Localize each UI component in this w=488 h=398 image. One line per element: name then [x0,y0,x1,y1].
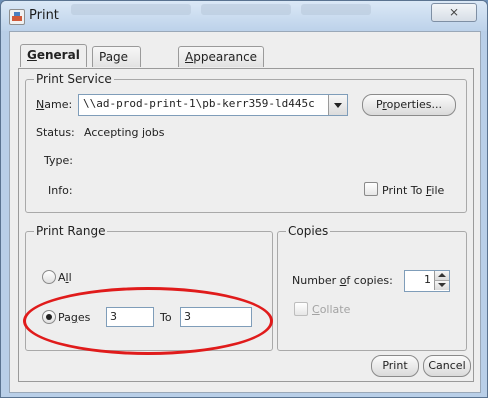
pages-label[interactable]: Pages [58,311,90,324]
print-range-legend: Print Range [34,224,108,238]
spinner-up-icon[interactable] [434,271,449,281]
background-window-blur [301,4,371,15]
page-from-input[interactable]: 3 [106,307,154,327]
chevron-down-icon[interactable] [328,95,347,115]
print-button[interactable]: Print [371,355,419,377]
printer-name-value: \\ad-prod-print-1\pb-kerr359-ld445c [83,97,315,110]
all-pages-label[interactable]: All [58,271,72,284]
status-value: Accepting jobs [84,126,165,139]
info-label: Info: [48,184,73,197]
background-window-blur [71,4,191,15]
window-title: Print [29,8,59,23]
background-window-blur [201,4,291,15]
printer-app-icon [9,9,25,25]
copies-spinner[interactable]: 1 [404,270,450,292]
print-to-file-checkbox[interactable] [364,182,378,196]
print-dialog: Print ⨯ General Page Setup Appearance Pr… [0,0,488,398]
name-label: Name: [36,98,73,111]
copies-group: Copies Number of copies: 1 Collate [277,224,467,351]
dialog-client-area: General Page Setup Appearance Print Serv… [9,31,481,393]
page-to-input[interactable]: 3 [180,307,252,327]
title-bar[interactable]: Print ⨯ [1,1,487,31]
cancel-button[interactable]: Cancel [423,355,471,377]
print-to-file-label[interactable]: Print To File [382,184,444,197]
pages-radio[interactable] [42,310,56,324]
properties-button[interactable]: Properties... [362,94,456,116]
number-of-copies-label: Number of copies: [292,274,393,287]
collate-label[interactable]: Collate [312,303,350,316]
status-label: Status: [36,126,75,139]
collate-checkbox[interactable] [294,302,308,316]
spinner-down-icon[interactable] [434,281,449,290]
tab-general[interactable]: General [20,44,87,67]
print-service-group: Print Service Name: \\ad-prod-print-1\pb… [25,72,467,213]
printer-name-combobox[interactable]: \\ad-prod-print-1\pb-kerr359-ld445c [78,94,348,116]
print-range-group: Print Range All Pages 3 To 3 [25,224,273,351]
close-icon: ⨯ [448,5,460,19]
all-pages-radio[interactable] [42,270,56,284]
copies-value: 1 [424,273,431,286]
tab-appearance[interactable]: Appearance [178,46,265,67]
to-label: To [160,311,172,324]
close-button[interactable]: ⨯ [431,3,477,22]
type-label: Type: [44,154,73,167]
copies-legend: Copies [286,224,331,238]
print-service-legend: Print Service [34,72,114,86]
tab-page-setup[interactable]: Page Setup [92,46,141,84]
general-tab-panel: Print Service Name: \\ad-prod-print-1\pb… [18,68,474,382]
